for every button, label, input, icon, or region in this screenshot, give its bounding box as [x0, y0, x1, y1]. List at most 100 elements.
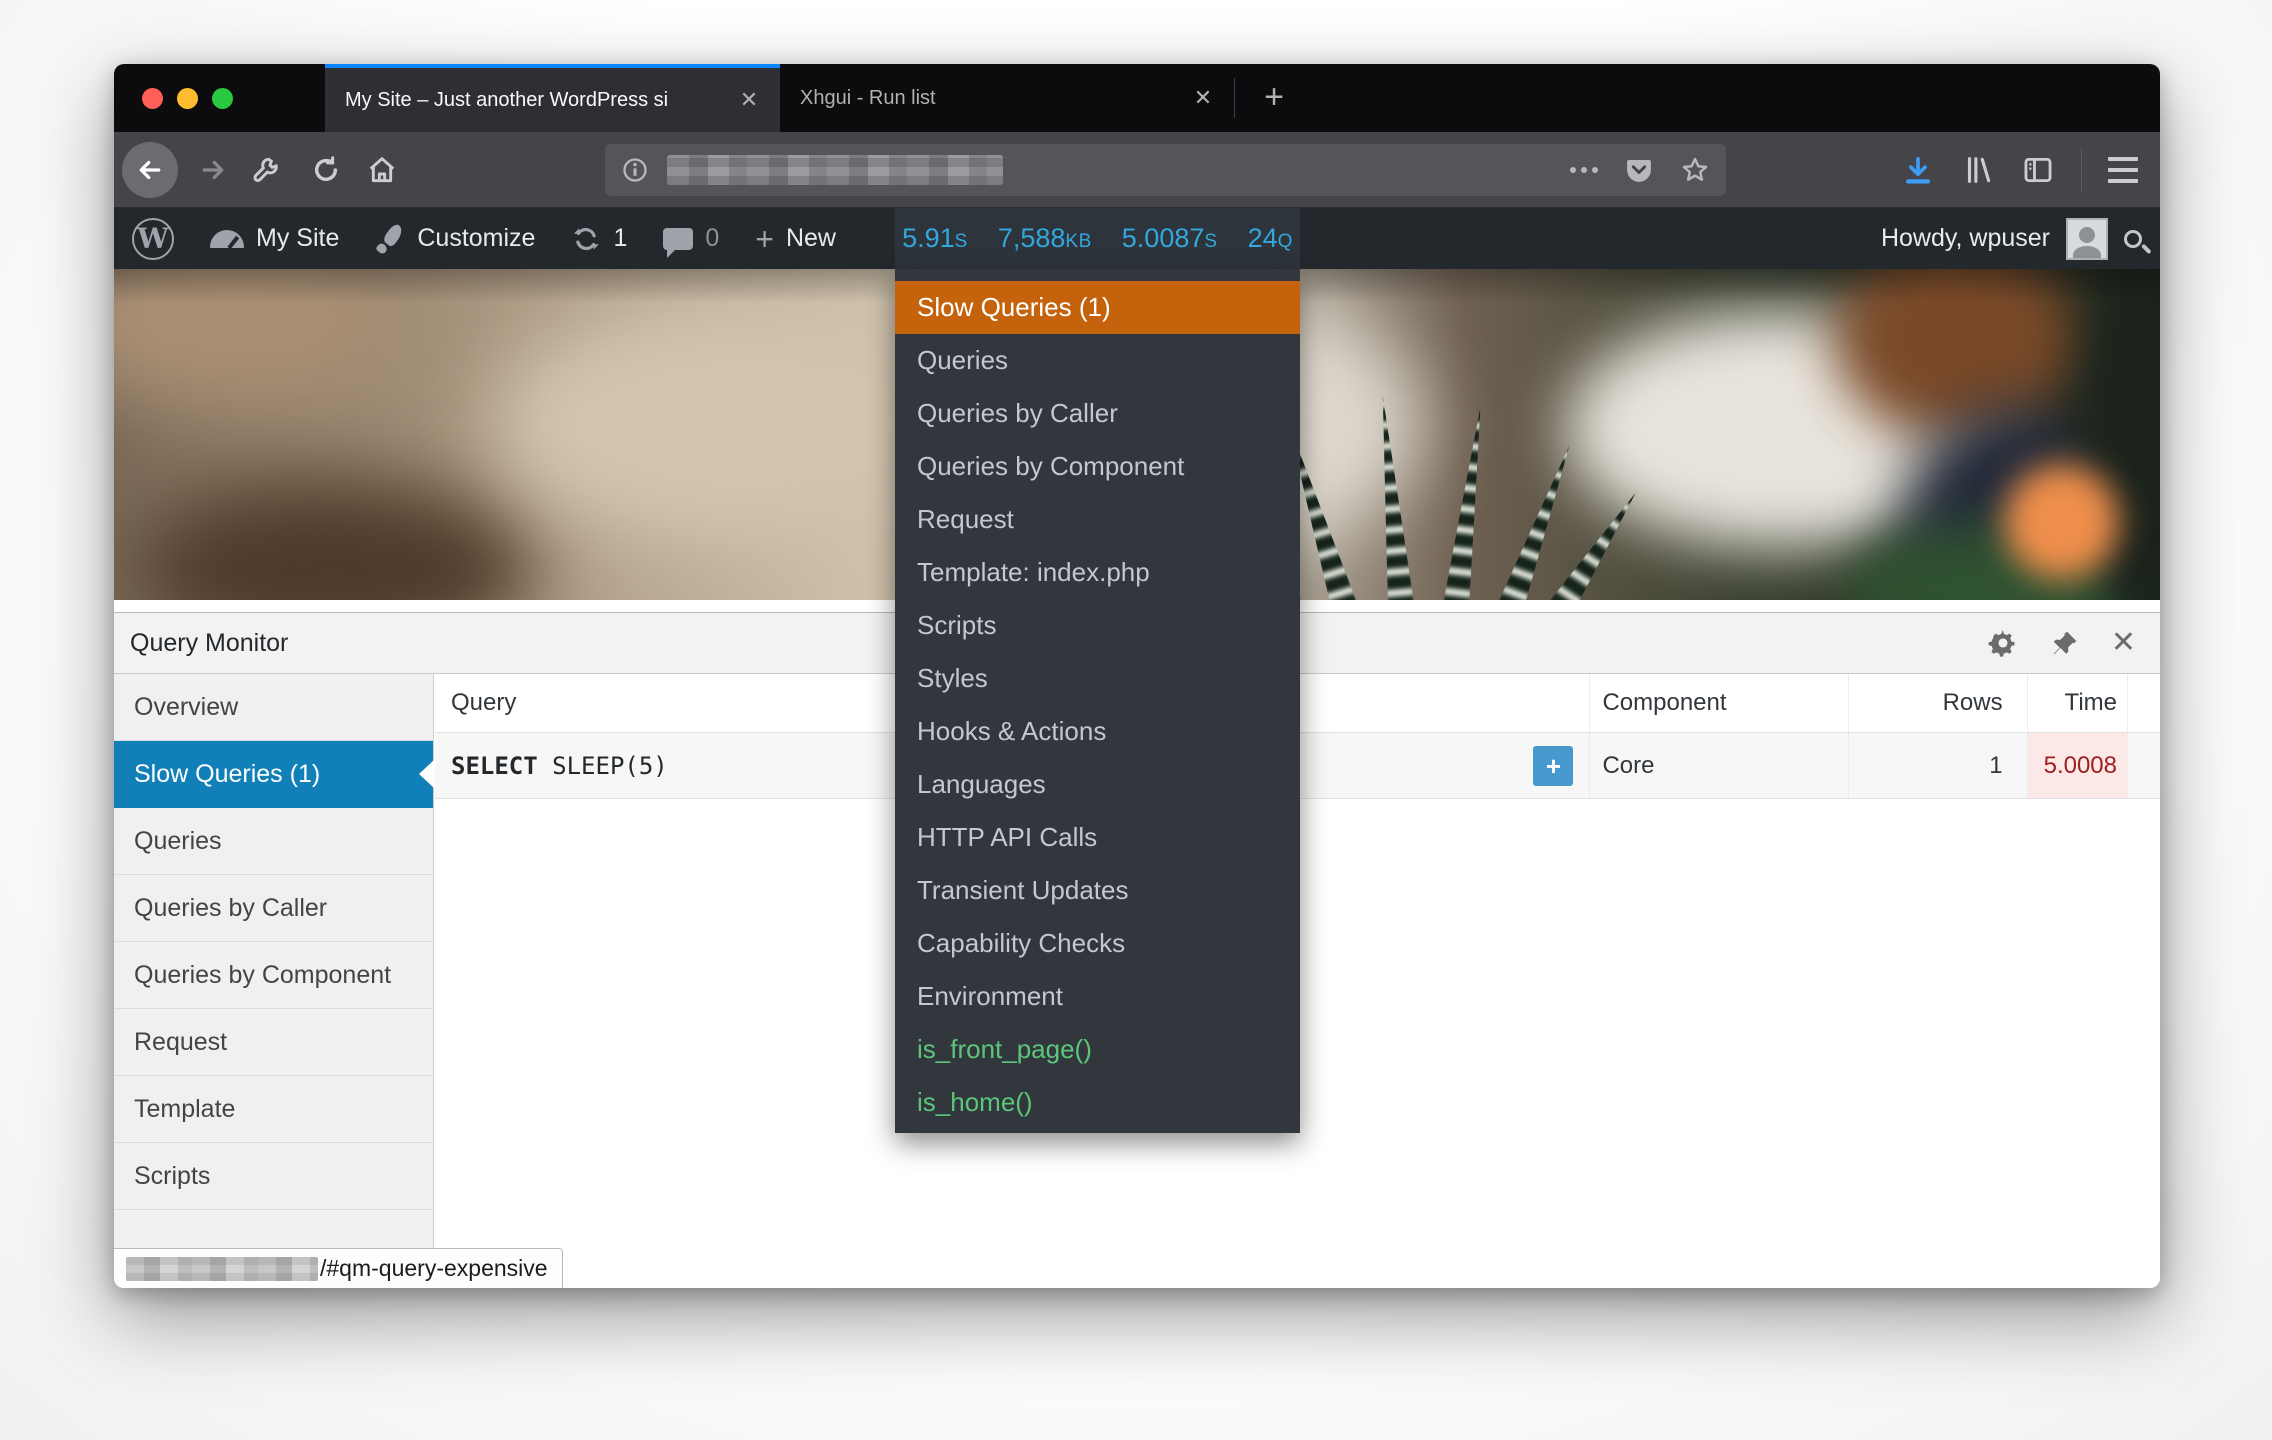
plus-icon: +	[755, 223, 774, 255]
menu-item-languages[interactable]: Languages	[895, 758, 1300, 811]
page-action-icons	[1570, 155, 1710, 185]
qm-tab-queries-by-component[interactable]: Queries by Component	[114, 942, 433, 1009]
col-header-time[interactable]: Time	[2028, 674, 2128, 732]
close-window-button[interactable]	[142, 88, 163, 109]
menu-item-styles[interactable]: Styles	[895, 652, 1300, 705]
tab-xhgui[interactable]: Xhgui - Run list ✕	[780, 64, 1234, 132]
tab-close-icon[interactable]: ✕	[734, 85, 764, 115]
gear-icon[interactable]	[1987, 627, 2019, 659]
qm-tab-template[interactable]: Template	[114, 1076, 433, 1143]
reload-icon	[310, 154, 342, 186]
library-icon[interactable]	[1961, 153, 1995, 187]
query-monitor-dropdown: Slow Queries (1) Queries Queries by Call…	[895, 269, 1300, 1133]
menu-item-queries-by-caller[interactable]: Queries by Caller	[895, 387, 1300, 440]
menu-item-template[interactable]: Template: index.php	[895, 546, 1300, 599]
tab-title: My Site – Just another WordPress si	[345, 89, 668, 112]
avatar[interactable]	[2066, 218, 2108, 260]
expand-row-button[interactable]: +	[1533, 746, 1573, 786]
url-bar[interactable]	[605, 144, 1726, 196]
qm-header-icons: ✕	[1987, 627, 2160, 659]
qm-tab-overview[interactable]: Overview	[114, 674, 433, 741]
menu-item-scripts[interactable]: Scripts	[895, 599, 1300, 652]
col-header-component[interactable]: Component	[1590, 674, 1848, 732]
menu-item-is-front-page[interactable]: is_front_page()	[895, 1023, 1300, 1076]
rows-cell: 1	[1849, 733, 2028, 798]
my-site-label: My Site	[256, 224, 339, 253]
toolbar-divider	[2081, 148, 2082, 192]
howdy-label[interactable]: Howdy, wpuser	[1881, 224, 2050, 253]
wrench-icon	[250, 154, 282, 186]
sql-keyword: SELECT	[451, 752, 538, 780]
new-content-menu[interactable]: + New	[737, 208, 854, 269]
menu-item-queries[interactable]: Queries	[895, 334, 1300, 387]
sidebar-icon[interactable]	[2021, 153, 2055, 187]
menu-item-queries-by-component[interactable]: Queries by Component	[895, 440, 1300, 493]
back-button[interactable]	[122, 142, 178, 198]
home-icon	[366, 154, 398, 186]
qm-memory: 7,588KB	[998, 223, 1092, 254]
blurred-url-text	[667, 155, 1003, 185]
menu-item-capability-checks[interactable]: Capability Checks	[895, 917, 1300, 970]
home-button[interactable]	[366, 154, 398, 186]
new-tab-button[interactable]: +	[1252, 76, 1296, 120]
admin-bar-right: Howdy, wpuser	[1881, 208, 2160, 269]
qm-tab-request[interactable]: Request	[114, 1009, 433, 1076]
tab-title-fade	[668, 72, 728, 136]
minimize-window-button[interactable]	[177, 88, 198, 109]
browser-window: My Site – Just another WordPress si ✕ Xh…	[114, 64, 2160, 1288]
new-label: New	[786, 224, 836, 253]
zoom-window-button[interactable]	[212, 88, 233, 109]
menu-item-http-api-calls[interactable]: HTTP API Calls	[895, 811, 1300, 864]
close-icon[interactable]: ✕	[2111, 628, 2136, 658]
menu-item-environment[interactable]: Environment	[895, 970, 1300, 1023]
download-icon[interactable]	[1901, 153, 1935, 187]
menu-item-transient-updates[interactable]: Transient Updates	[895, 864, 1300, 917]
qm-tab-scripts[interactable]: Scripts	[114, 1143, 433, 1210]
search-icon[interactable]	[2124, 230, 2142, 248]
page-tools-button[interactable]	[250, 154, 282, 186]
comments-menu[interactable]: 0	[645, 208, 737, 269]
comments-count: 0	[705, 224, 719, 253]
query-monitor-admin-item[interactable]: 5.91S 7,588KB 5.0087S 24Q	[895, 208, 1300, 269]
customize-label: Customize	[417, 224, 535, 253]
updates-menu[interactable]: 1	[553, 208, 645, 269]
qm-sidebar: Overview Slow Queries (1) Queries Querie…	[114, 674, 434, 1288]
wp-logo-menu[interactable]: W	[114, 208, 192, 269]
menu-item-is-home[interactable]: is_home()	[895, 1076, 1300, 1129]
comment-bubble-icon	[663, 228, 693, 250]
menu-item-slow-queries[interactable]: Slow Queries (1)	[895, 281, 1300, 334]
brush-icon	[375, 224, 405, 254]
qm-tab-queries-by-caller[interactable]: Queries by Caller	[114, 875, 433, 942]
qm-query-count: 24Q	[1248, 223, 1293, 254]
my-site-menu[interactable]: My Site	[192, 208, 357, 269]
succulent-plant	[1270, 389, 1600, 600]
menu-item-hooks-actions[interactable]: Hooks & Actions	[895, 705, 1300, 758]
forward-button[interactable]	[198, 155, 228, 185]
link-suffix: /#qm-query-expensive	[320, 1255, 548, 1282]
qm-tab-queries[interactable]: Queries	[114, 808, 433, 875]
tab-title: Xhgui - Run list	[800, 87, 936, 110]
info-icon[interactable]	[621, 156, 649, 184]
star-icon[interactable]	[1680, 155, 1710, 185]
col-header-rows[interactable]: Rows	[1849, 674, 2028, 732]
tab-my-site[interactable]: My Site – Just another WordPress si ✕	[325, 64, 780, 132]
wp-admin-bar: W My Site Customize 1 0 + New 5.91S 7,58…	[114, 208, 2160, 269]
updates-icon	[571, 224, 601, 254]
tab-bar: My Site – Just another WordPress si ✕ Xh…	[114, 64, 2160, 132]
sql-rest: SLEEP(5)	[538, 752, 668, 780]
menu-icon[interactable]	[2108, 157, 2138, 183]
reload-button[interactable]	[310, 154, 342, 186]
qm-tab-slow-queries[interactable]: Slow Queries (1)	[114, 741, 433, 808]
time-cell: 5.0008	[2028, 733, 2128, 798]
back-icon	[135, 155, 165, 185]
pin-icon[interactable]	[2049, 627, 2081, 659]
tab-close-icon[interactable]: ✕	[1188, 83, 1218, 113]
customize-menu[interactable]: Customize	[357, 208, 553, 269]
page-actions-icon[interactable]	[1570, 167, 1598, 173]
dashboard-gauge-icon	[210, 230, 244, 248]
updates-count: 1	[613, 224, 627, 253]
pocket-icon[interactable]	[1624, 155, 1654, 185]
col-header-filler	[2128, 674, 2160, 732]
menu-item-request[interactable]: Request	[895, 493, 1300, 546]
status-bar-link-preview: /#qm-query-expensive	[114, 1248, 563, 1288]
